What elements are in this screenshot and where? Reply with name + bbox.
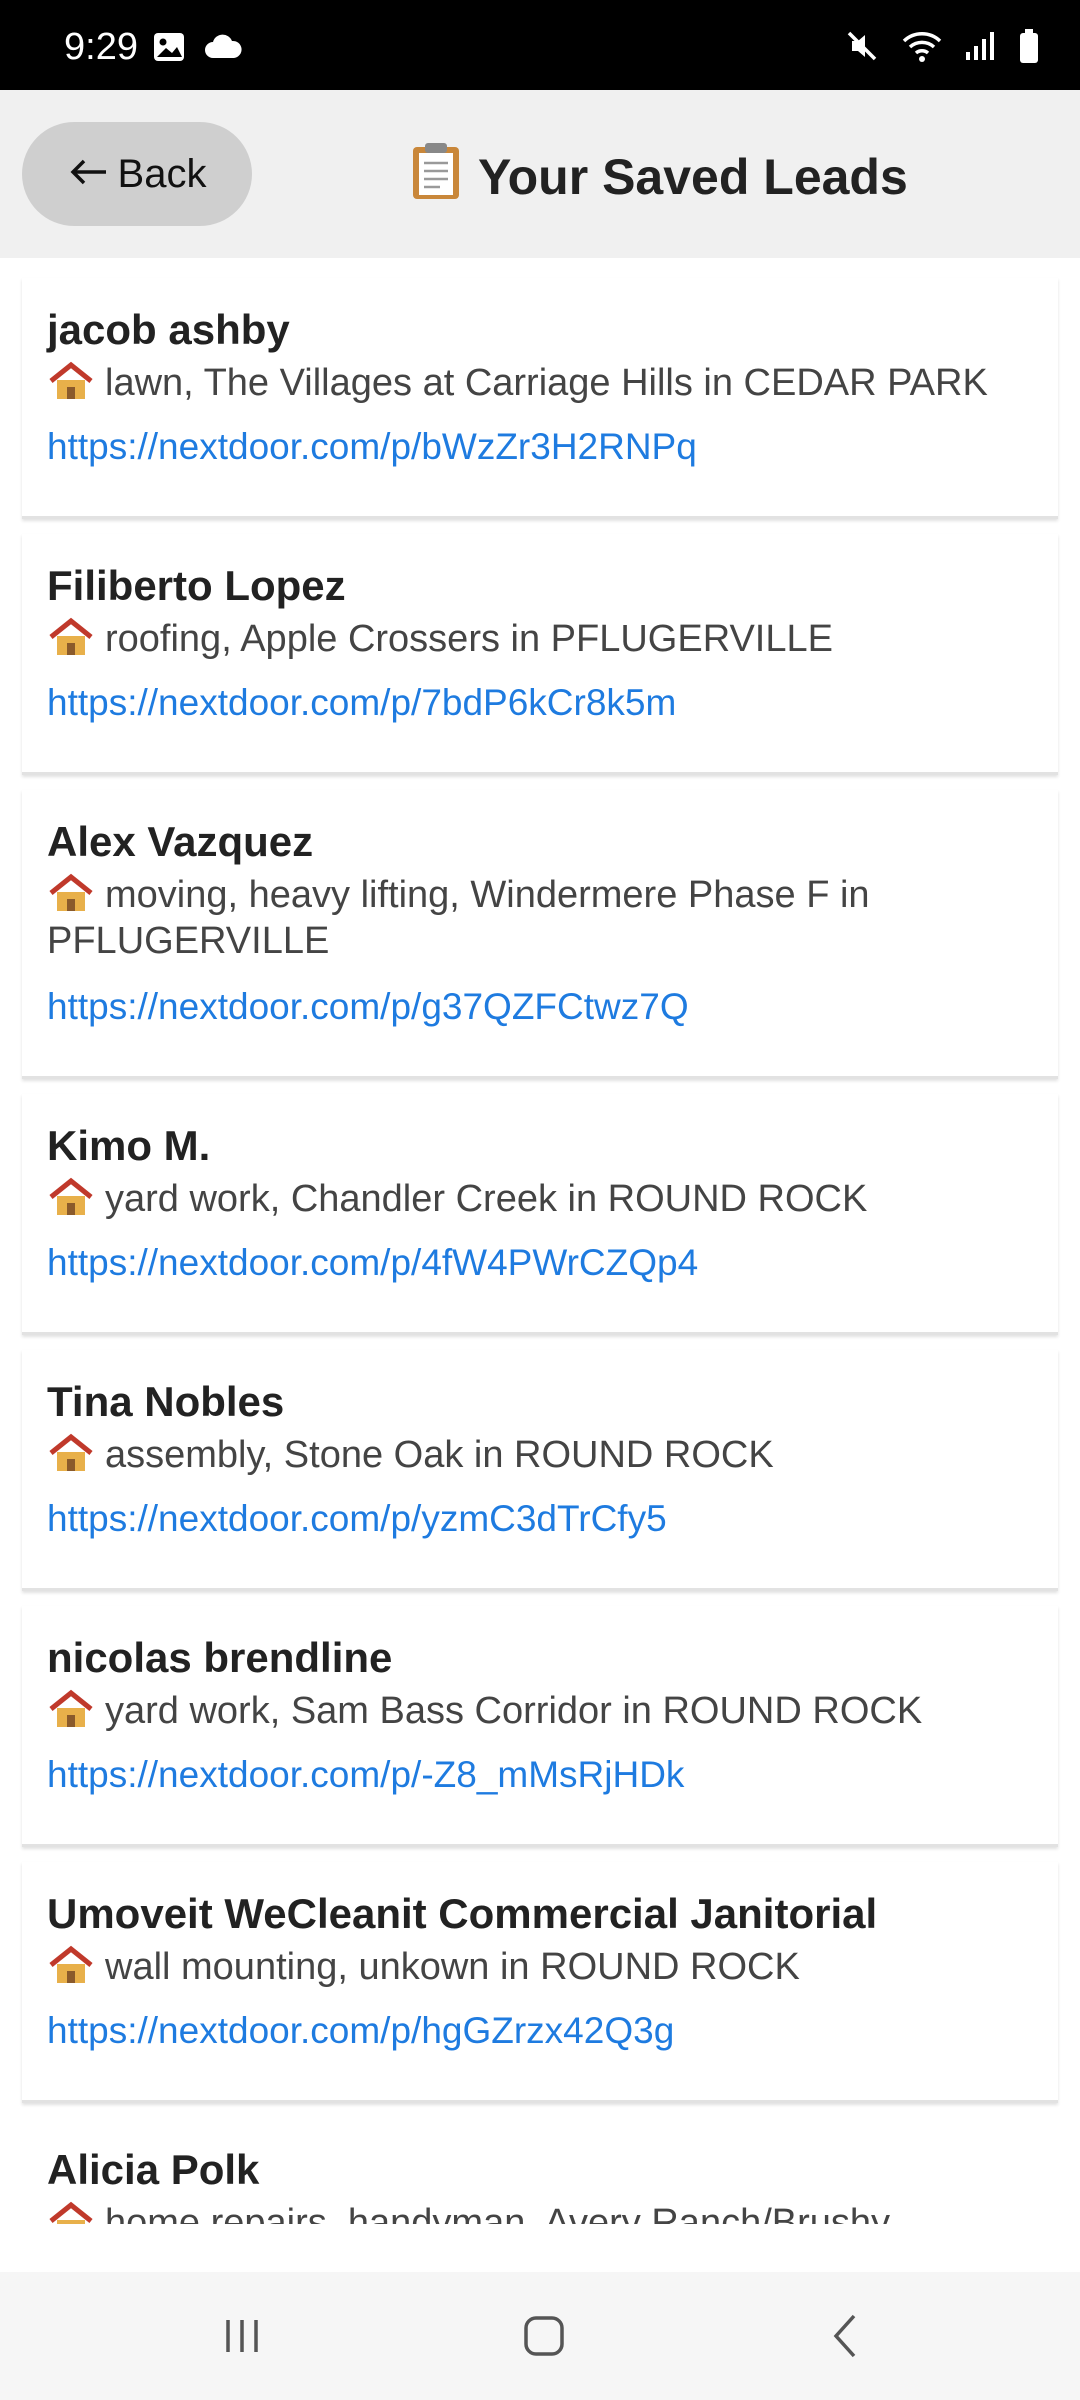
house-icon (47, 2201, 95, 2224)
lead-card[interactable]: Filiberto Lopez roofing, Apple Crossers … (22, 534, 1058, 775)
lead-card[interactable]: Alicia Polk home repairs, handyman, Aver… (22, 2118, 1058, 2224)
lead-link[interactable]: https://nextdoor.com/p/g37QZFCtwz7Q (47, 986, 689, 1028)
lead-card[interactable]: Kimo M. yard work, Chandler Creek in ROU… (22, 1094, 1058, 1335)
home-button[interactable] (504, 2306, 584, 2366)
house-icon (47, 361, 95, 401)
lead-description: home repairs, handyman, Avery Ranch/Brus… (47, 2200, 1047, 2224)
system-back-button[interactable] (806, 2306, 886, 2366)
page-title: Your Saved Leads (410, 142, 908, 212)
lead-link[interactable]: https://nextdoor.com/p/7bdP6kCr8k5m (47, 682, 676, 724)
status-bar: 9:29 (0, 0, 1080, 90)
house-icon (47, 617, 95, 657)
house-icon (47, 1177, 95, 1217)
lead-description: roofing, Apple Crossers in PFLUGERVILLE (47, 616, 1047, 662)
back-button-label: Back (117, 151, 207, 196)
page-title-text: Your Saved Leads (478, 149, 908, 205)
saved-leads-list[interactable]: jacob ashby lawn, The Villages at Carria… (0, 258, 1080, 2224)
lead-name: Alex Vazquez (47, 818, 314, 865)
lead-link[interactable]: https://nextdoor.com/p/bWzZr3H2RNPq (47, 426, 697, 468)
recent-apps-icon (226, 2320, 258, 2352)
lead-link[interactable]: https://nextdoor.com/p/yzmC3dTrCfy5 (47, 1498, 667, 1540)
house-icon (47, 873, 95, 913)
cloud-icon (204, 34, 242, 65)
chevron-left-icon (833, 2314, 856, 2358)
battery-icon (1018, 28, 1040, 69)
lead-card[interactable]: Alex Vazquez moving, heavy lifting, Wind… (22, 790, 1058, 1079)
lead-card[interactable]: Tina Nobles assembly, Stone Oak in ROUND… (22, 1350, 1058, 1591)
lead-description: yard work, Sam Bass Corridor in ROUND RO… (47, 1688, 1047, 1734)
home-icon (524, 2316, 564, 2356)
lead-description: wall mounting, unkown in ROUND ROCK (47, 1944, 1047, 1990)
lead-name: Alicia Polk (47, 2146, 260, 2193)
house-icon (47, 1433, 95, 1473)
lead-link[interactable]: https://nextdoor.com/p/hgGZrzx42Q3g (47, 2010, 674, 2052)
lead-card[interactable]: nicolas brendline yard work, Sam Bass Co… (22, 1606, 1058, 1847)
lead-card[interactable]: jacob ashby lawn, The Villages at Carria… (22, 278, 1058, 519)
lead-name: nicolas brendline (47, 1634, 393, 1681)
lead-card[interactable]: Umoveit WeCleanit Commercial Janitorial … (22, 1862, 1058, 2103)
lead-name: Tina Nobles (47, 1378, 285, 1425)
lead-name: Filiberto Lopez (47, 562, 346, 609)
lead-description: yard work, Chandler Creek in ROUND ROCK (47, 1176, 1047, 1222)
system-nav-bar (0, 2272, 1080, 2400)
signal-icon (964, 30, 996, 67)
lead-link[interactable]: https://nextdoor.com/p/-Z8_mMsRjHDk (47, 1754, 684, 1796)
back-arrow-icon (68, 154, 108, 194)
clipboard-icon (410, 141, 462, 213)
lead-description: assembly, Stone Oak in ROUND ROCK (47, 1432, 1047, 1478)
lead-description: lawn, The Villages at Carriage Hills in … (47, 360, 1047, 406)
status-time: 9:29 (64, 26, 138, 68)
app-header: Back Your Saved Leads (0, 90, 1080, 258)
lead-name: Umoveit WeCleanit Commercial Janitorial (47, 1890, 878, 1937)
back-button[interactable]: Back (22, 122, 252, 226)
house-icon (47, 1689, 95, 1729)
recent-apps-button[interactable] (202, 2306, 282, 2366)
house-icon (47, 1945, 95, 1985)
lead-name: Kimo M. (47, 1122, 211, 1169)
wifi-icon (902, 29, 942, 68)
gallery-icon (152, 30, 186, 69)
lead-description: moving, heavy lifting, Windermere Phase … (47, 873, 870, 962)
lead-link[interactable]: https://nextdoor.com/p/4fW4PWrCZQp4 (47, 1242, 698, 1284)
lead-name: jacob ashby (47, 306, 290, 353)
mute-icon (844, 28, 880, 69)
